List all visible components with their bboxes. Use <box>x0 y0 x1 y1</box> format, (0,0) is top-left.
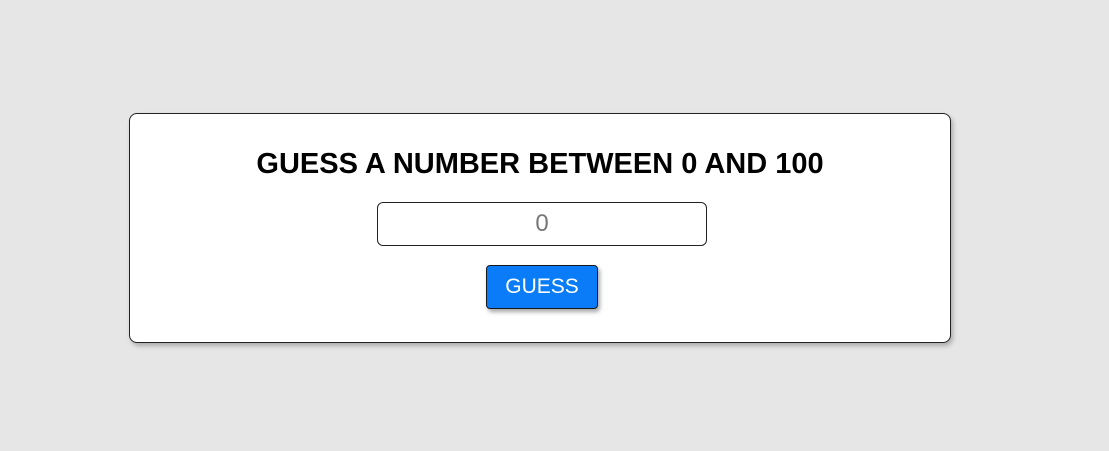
guess-card: GUESS A NUMBER BETWEEN 0 AND 100 GUESS <box>129 113 951 343</box>
page: GUESS A NUMBER BETWEEN 0 AND 100 GUESS <box>0 0 1109 451</box>
guess-number-input[interactable] <box>377 202 707 246</box>
page-title: GUESS A NUMBER BETWEEN 0 AND 100 <box>256 148 824 180</box>
guess-button[interactable]: GUESS <box>486 265 598 309</box>
